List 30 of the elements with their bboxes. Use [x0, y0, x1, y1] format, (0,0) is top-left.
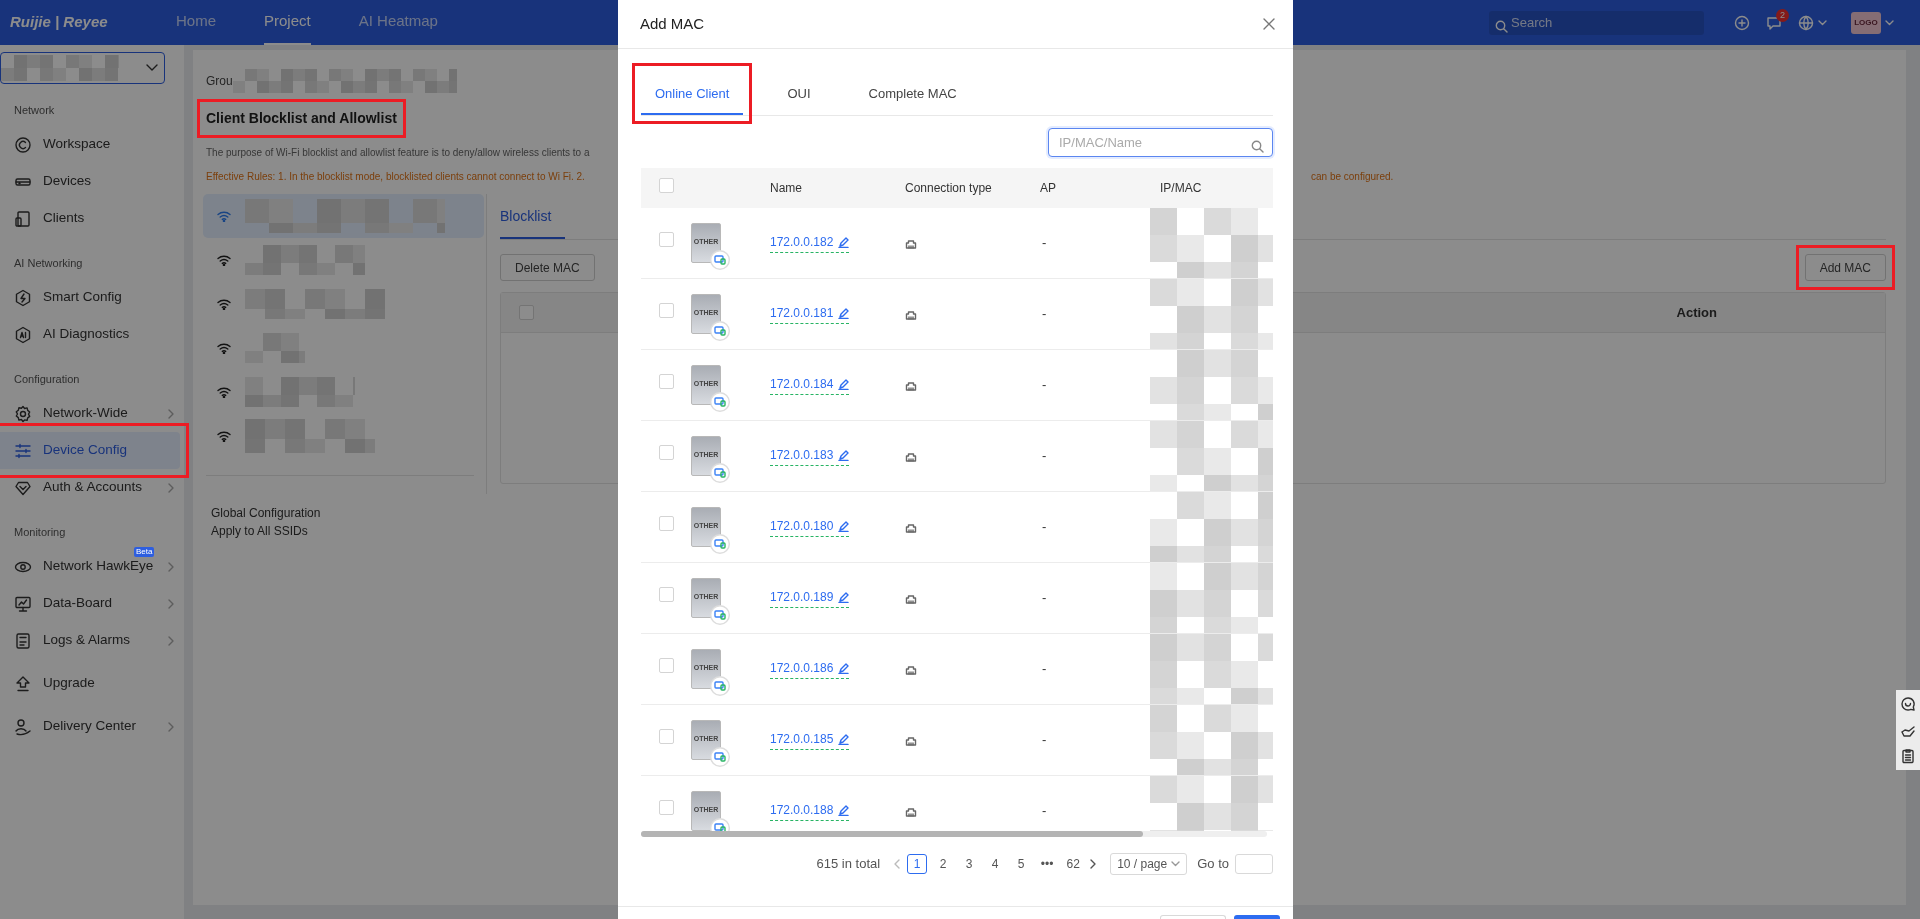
beta-badge: Beta: [134, 547, 155, 557]
section-title: Network: [13, 103, 56, 118]
column-header: AP: [1040, 180, 1056, 195]
total-count: 615 in total: [816, 854, 881, 873]
section-title: Monitoring: [13, 525, 67, 540]
ap-cell: -: [1042, 234, 1047, 250]
goto-label: Go to: [1197, 854, 1229, 873]
column-header: Action: [1676, 303, 1717, 322]
section-title: Configuration: [13, 372, 81, 387]
notification-badge: 2: [1776, 8, 1789, 22]
config-label: Apply to All SSIDs: [210, 523, 309, 540]
column-header: IP/MAC: [1160, 180, 1202, 195]
ap-cell: -: [1042, 447, 1047, 463]
ap-cell: -: [1042, 518, 1047, 534]
rules-text: Effective Rules: 1. In the blocklist mode, blocklisted clients cannot connect to Wi Fi. 2.: [206, 170, 586, 184]
section-title: AI Networking: [13, 256, 84, 271]
ap-cell: -: [1042, 802, 1047, 818]
ap-cell: -: [1042, 376, 1047, 392]
rules-text: can be configured.: [1311, 170, 1394, 184]
ap-cell: -: [1042, 660, 1047, 676]
column-header: Connection type: [905, 180, 992, 195]
dialog-title: Add MAC: [640, 13, 705, 34]
config-label: Global Configuration: [210, 505, 322, 522]
ap-cell: -: [1042, 731, 1047, 747]
ap-cell: -: [1042, 589, 1047, 605]
page-title: Client Blocklist and Allowlist: [206, 109, 397, 128]
ap-cell: -: [1042, 305, 1047, 321]
group-label: Grou: [206, 73, 233, 90]
column-header: Name: [770, 180, 802, 195]
description-text: The purpose of Wi-Fi blocklist and allowlist feature is to deny/allow wireless clients to a: [206, 147, 590, 158]
